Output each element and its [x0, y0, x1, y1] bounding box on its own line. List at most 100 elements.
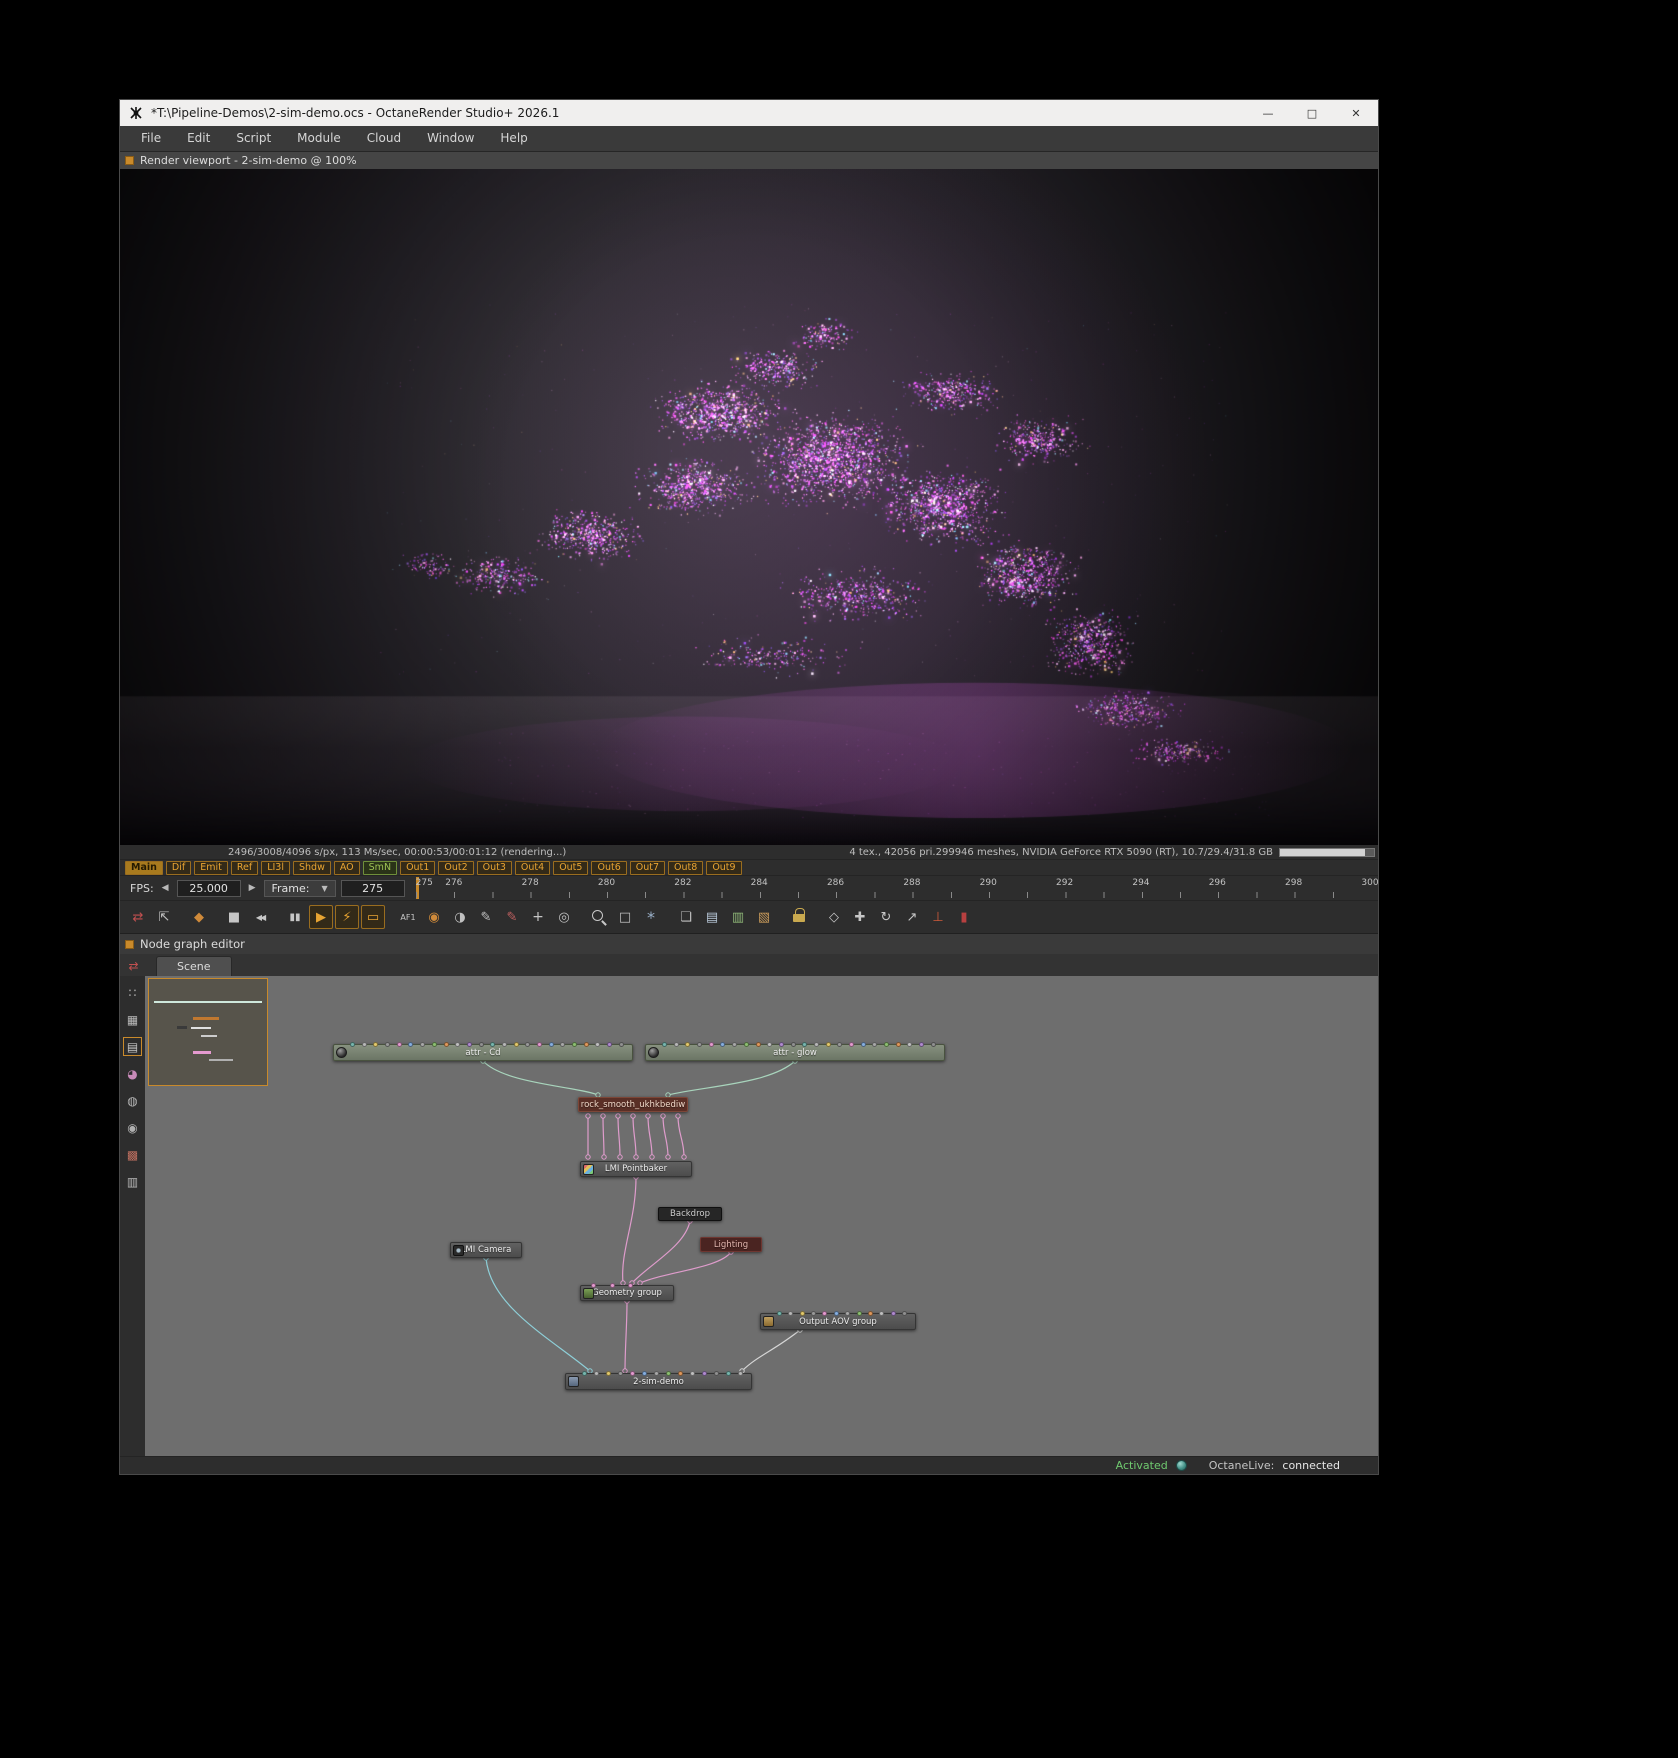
play-render-button[interactable]: ▶	[309, 905, 333, 929]
node-pin[interactable]	[790, 1042, 796, 1047]
node-pin[interactable]	[478, 1042, 484, 1047]
node-attr-cd[interactable]: attr - Cd	[333, 1042, 633, 1061]
node-pin[interactable]	[777, 1311, 782, 1316]
pass-dif[interactable]: Dif	[165, 860, 192, 875]
node-pin[interactable]	[455, 1042, 461, 1047]
node-pin[interactable]	[867, 1311, 873, 1316]
tab-scene[interactable]: Scene	[156, 956, 232, 976]
node-pin[interactable]	[697, 1042, 703, 1047]
node-pin[interactable]	[654, 1371, 659, 1376]
node-pin[interactable]	[606, 1371, 611, 1376]
fps-decrease-button[interactable]: ◀	[159, 881, 172, 895]
focus-picker-button[interactable]: +	[526, 905, 550, 929]
pause-render-button[interactable]: ▮▮	[283, 905, 307, 929]
frame-mode-select[interactable]: Frame: ▼	[263, 879, 336, 897]
menu-file[interactable]: File	[128, 126, 174, 151]
axis-gizmo-button[interactable]: ⊥	[926, 905, 950, 929]
rail-palette-icon[interactable]: ◕	[124, 1065, 141, 1082]
freeze-render-button[interactable]: *	[639, 905, 663, 929]
rail-sphere-icon[interactable]: ◍	[124, 1092, 141, 1109]
graph-canvas[interactable]: attr - Cd attr - glow rock_smooth_ukhkbe…	[145, 976, 1378, 1456]
node-pin[interactable]	[443, 1042, 449, 1047]
node-rock-smooth[interactable]: rock_smooth_ukhkbediw	[578, 1097, 688, 1112]
region-select-button[interactable]: □	[613, 905, 637, 929]
autofocus-button[interactable]: AF1	[396, 905, 420, 929]
node-pin[interactable]	[895, 1042, 901, 1047]
material-ball-button[interactable]: ◆	[187, 905, 211, 929]
node-pin[interactable]	[860, 1042, 866, 1047]
node-pin[interactable]	[594, 1371, 599, 1376]
node-pin[interactable]	[788, 1311, 794, 1316]
pass-emit[interactable]: Emit	[194, 860, 228, 875]
rail-material-icon[interactable]: ▩	[124, 1146, 141, 1163]
node-pin[interactable]	[662, 1042, 667, 1047]
node-pin[interactable]	[525, 1042, 531, 1047]
pass-ao[interactable]: AO	[333, 860, 360, 875]
node-lmi-pointbaker[interactable]: LMI Pointbaker	[580, 1161, 692, 1177]
menu-script[interactable]: Script	[223, 126, 284, 151]
node-pin[interactable]	[930, 1042, 936, 1047]
node-pin[interactable]	[431, 1042, 437, 1047]
node-pin[interactable]	[813, 1042, 819, 1047]
graph-minimap[interactable]	[148, 978, 268, 1086]
timeline-ruler[interactable]: 275 276 278 280 282 284 286 288 290 292 294 296 298 3…	[415, 876, 1379, 900]
rail-grid-icon[interactable]: ▦	[124, 1011, 141, 1028]
pass-main[interactable]: Main	[125, 860, 163, 875]
node-pin[interactable]	[548, 1042, 554, 1047]
node-pin[interactable]	[582, 1371, 587, 1376]
pass-ref[interactable]: Ref	[230, 860, 259, 875]
node-pin[interactable]	[738, 1371, 743, 1376]
node-lighting[interactable]: Lighting	[700, 1237, 762, 1252]
compare-ab-button[interactable]: ⇄	[126, 905, 150, 929]
node-pin[interactable]	[732, 1042, 738, 1047]
close-button[interactable]: ✕	[1334, 100, 1378, 126]
fps-value[interactable]: 25.000	[176, 879, 241, 897]
node-pin[interactable]	[595, 1042, 601, 1047]
node-pin[interactable]	[802, 1042, 808, 1047]
menu-module[interactable]: Module	[284, 126, 354, 151]
node-backdrop[interactable]: Backdrop	[658, 1207, 722, 1221]
node-pin[interactable]	[837, 1042, 843, 1047]
node-pin[interactable]	[420, 1042, 426, 1047]
zoom-tool-button[interactable]	[587, 905, 611, 929]
aperture-button[interactable]: ◉	[422, 905, 446, 929]
orientation-cube-button[interactable]: ◇	[822, 905, 846, 929]
node-pin[interactable]	[466, 1042, 472, 1047]
pass-out5[interactable]: Out5	[553, 860, 589, 875]
node-pin[interactable]	[513, 1042, 519, 1047]
node-attr-glow[interactable]: attr - glow	[645, 1042, 945, 1061]
node-pin[interactable]	[373, 1042, 379, 1047]
save-image-button[interactable]: ▥	[726, 905, 750, 929]
white-balance-button[interactable]: ◑	[448, 905, 472, 929]
node-pin[interactable]	[799, 1311, 805, 1316]
menu-help[interactable]: Help	[487, 126, 540, 151]
pass-out4[interactable]: Out4	[514, 860, 551, 875]
node-pin[interactable]	[685, 1042, 691, 1047]
material-picker-button[interactable]: ◎	[552, 905, 576, 929]
maximize-button[interactable]: □	[1290, 100, 1334, 126]
dock-icon[interactable]	[125, 939, 134, 949]
pass-out9[interactable]: Out9	[706, 860, 742, 875]
node-pin[interactable]	[743, 1042, 749, 1047]
realtime-render-button[interactable]: ⚡	[335, 905, 359, 929]
node-pin[interactable]	[720, 1042, 726, 1047]
node-pin[interactable]	[702, 1371, 707, 1376]
rail-texture-icon[interactable]: ▥	[124, 1173, 141, 1190]
node-pin[interactable]	[714, 1371, 719, 1376]
menu-window[interactable]: Window	[414, 126, 487, 151]
pass-out6[interactable]: Out6	[591, 860, 627, 875]
node-pin[interactable]	[849, 1042, 854, 1047]
node-pin[interactable]	[825, 1042, 831, 1047]
node-pin[interactable]	[879, 1311, 885, 1316]
menu-cloud[interactable]: Cloud	[354, 126, 414, 151]
node-pin[interactable]	[609, 1283, 615, 1288]
node-pin[interactable]	[408, 1042, 414, 1047]
node-pin[interactable]	[537, 1042, 542, 1047]
clipboard-image-button[interactable]: ▤	[700, 905, 724, 929]
lock-image-button[interactable]	[787, 905, 811, 929]
dock-icon[interactable]	[125, 156, 134, 165]
node-pin[interactable]	[726, 1371, 731, 1376]
node-pin[interactable]	[666, 1371, 671, 1376]
node-pin[interactable]	[618, 1371, 623, 1376]
node-pin[interactable]	[560, 1042, 566, 1047]
